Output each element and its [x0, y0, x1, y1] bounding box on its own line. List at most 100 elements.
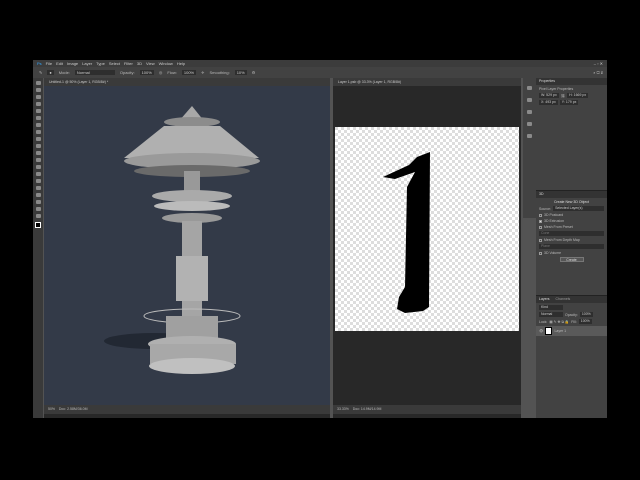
radio-extrusion[interactable] — [539, 219, 542, 223]
fill-field[interactable]: 100% — [578, 319, 592, 324]
fill-label: Fill: — [571, 319, 577, 324]
height-field[interactable]: H: 1669 px — [567, 93, 589, 98]
document-right: Layer 1.psb @ 33.3% (Layer 1, RGB/8#) 33… — [333, 78, 521, 418]
doc-size-right: Doc: 14.9M/14.9M — [352, 407, 382, 411]
tab-layers[interactable]: Layers — [539, 296, 550, 303]
menu-file[interactable]: File — [46, 61, 52, 66]
zoom-level-right[interactable]: 33.33% — [337, 407, 349, 411]
y-field[interactable]: Y: 179 px — [559, 100, 579, 105]
doc-tab-right[interactable]: Layer 1.psb @ 33.3% (Layer 1, RGB/8#) — [333, 78, 521, 86]
layer-name[interactable]: Layer 1 — [554, 329, 566, 333]
mode-select[interactable]: Normal — [74, 70, 115, 75]
smoothing-label: Smoothing: — [209, 70, 230, 75]
preset-select[interactable]: Cone — [539, 231, 604, 236]
opacity-label: Opacity: — [119, 70, 135, 75]
photoshop-window: Ps File Edit Image Layer Type Select Fil… — [33, 60, 607, 418]
color-swatches[interactable] — [35, 222, 41, 228]
status-bar-left: 50% Doc: 2.58M/36.0M — [44, 405, 330, 414]
layers-panel: Layers Channels Kind Normal Opacity: 100% L… — [536, 295, 607, 336]
libraries-icon[interactable] — [527, 110, 532, 114]
flow-field[interactable]: 100% — [181, 70, 197, 75]
flow-label: Flow: — [167, 70, 177, 75]
brush-preset[interactable]: ● — [47, 70, 54, 75]
3d-heading: Create New 3D Object — [553, 200, 589, 204]
canvas-silhouette[interactable] — [335, 127, 519, 331]
dodge-tool-icon[interactable] — [35, 172, 41, 176]
gradient-tool-icon[interactable] — [35, 158, 41, 162]
radio-depth-map[interactable] — [539, 238, 542, 242]
quick-select-tool-icon[interactable] — [35, 102, 41, 106]
path-select-icon[interactable] — [35, 193, 41, 197]
menu-bar: Ps File Edit Image Layer Type Select Fil… — [33, 60, 607, 67]
depth-select[interactable]: Plane — [539, 244, 604, 249]
menu-layer[interactable]: Layer — [82, 61, 92, 66]
create-button[interactable]: Create — [559, 257, 584, 262]
menu-select[interactable]: Select — [109, 61, 120, 66]
eraser-tool-icon[interactable] — [35, 151, 41, 155]
document-left: Untitled-1 @ 50% (Layer 1, RGB/8#) * 50%… — [44, 78, 330, 418]
menu-filter[interactable]: Filter — [124, 61, 133, 66]
layer-row[interactable]: 👁 Layer 1 — [536, 326, 607, 336]
option-label: 3D Postcard — [544, 213, 564, 217]
crop-tool-icon[interactable] — [35, 109, 41, 113]
menu-view[interactable]: View — [146, 61, 155, 66]
layer-thumbnail — [545, 327, 553, 335]
layer-opacity-field[interactable]: 100% — [579, 312, 593, 317]
move-tool-icon[interactable] — [35, 81, 41, 85]
status-bar-right: 33.33% Doc: 14.9M/14.9M — [333, 405, 521, 414]
airbrush-icon[interactable]: ✈ — [201, 70, 204, 75]
tab-channels[interactable]: Channels — [556, 296, 571, 303]
blend-mode-select[interactable]: Normal — [539, 312, 563, 317]
paragraph-icon[interactable] — [527, 134, 532, 138]
filter-kind-select[interactable]: Kind — [539, 305, 563, 310]
history-icon[interactable] — [527, 86, 532, 90]
window-controls[interactable]: – ▫ ✕ — [594, 61, 603, 66]
menu-edit[interactable]: Edit — [56, 61, 63, 66]
radio-postcard[interactable] — [539, 213, 542, 217]
eyedropper-tool-icon[interactable] — [35, 116, 41, 120]
type-tool-icon[interactable] — [35, 186, 41, 190]
brush-settings-icon[interactable] — [527, 122, 532, 126]
lock-icons[interactable]: ▦ ✎ ✥ ⧉ 🔒 — [549, 320, 569, 324]
pressure-icon[interactable]: ◎ — [159, 70, 163, 75]
radio-volume[interactable] — [539, 251, 542, 255]
zoom-tool-icon[interactable] — [35, 214, 41, 218]
opacity-field[interactable]: 100% — [139, 70, 154, 75]
menu-type[interactable]: Type — [96, 61, 105, 66]
smoothing-field[interactable]: 10% — [234, 70, 247, 75]
source-select[interactable]: Selected Layer(s) — [553, 206, 604, 211]
brush-tool-icon[interactable] — [35, 130, 41, 134]
adjustments-icon[interactable] — [527, 98, 532, 102]
link-icon[interactable]: ⛓ — [561, 94, 565, 98]
radio-mesh-preset[interactable] — [539, 225, 542, 229]
healing-tool-icon[interactable] — [35, 123, 41, 127]
menu-window[interactable]: Window — [159, 61, 173, 66]
menu-3d[interactable]: 3D — [137, 61, 142, 66]
canvas-area — [333, 86, 521, 405]
eye-icon[interactable]: 👁 — [539, 329, 543, 333]
pen-tool-icon[interactable] — [35, 179, 41, 183]
doc-size: Doc: 2.58M/36.0M — [58, 407, 88, 411]
menu-image[interactable]: Image — [67, 61, 78, 66]
properties-tab[interactable]: Properties — [536, 78, 607, 85]
zoom-level[interactable]: 50% — [48, 407, 55, 411]
option-label: 3D Volume — [544, 251, 562, 255]
option-label: Mesh From Depth Map — [544, 238, 580, 242]
stamp-tool-icon[interactable] — [35, 137, 41, 141]
menu-help[interactable]: Help — [177, 61, 185, 66]
hand-tool-icon[interactable] — [35, 207, 41, 211]
shape-tool-icon[interactable] — [35, 200, 41, 204]
gear-icon[interactable]: ⚙ — [252, 70, 256, 75]
width-field[interactable]: W: 529 px — [539, 93, 559, 98]
3d-tab[interactable]: 3D — [536, 191, 607, 198]
marquee-tool-icon[interactable] — [35, 88, 41, 92]
history-brush-icon[interactable] — [35, 144, 41, 148]
lock-label: Lock: — [539, 319, 548, 324]
canvas-3d-scene[interactable] — [44, 86, 330, 405]
blur-tool-icon[interactable] — [35, 165, 41, 169]
search-icon[interactable]: ⌕ ▢ ⇪ — [593, 70, 603, 75]
lasso-tool-icon[interactable] — [35, 95, 41, 99]
doc-tab-left[interactable]: Untitled-1 @ 50% (Layer 1, RGB/8#) * — [44, 78, 330, 86]
brush-icon[interactable]: ✎ — [39, 70, 42, 75]
x-field[interactable]: X: 493 px — [539, 100, 558, 105]
